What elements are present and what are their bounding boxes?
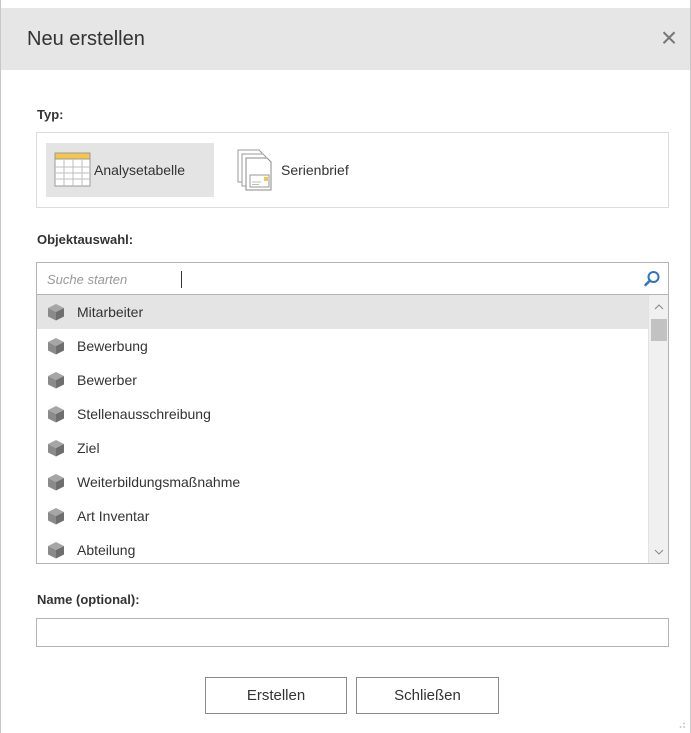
type-selector: Analysetabelle Serienbrief: [36, 132, 669, 208]
create-button[interactable]: Erstellen: [205, 677, 347, 714]
dialog-title: Neu erstellen: [27, 28, 145, 50]
search-icon[interactable]: [643, 270, 661, 288]
list-item[interactable]: Bewerbung: [37, 329, 649, 363]
object-list: Mitarbeiter Bewerbung Bewerber Stellenaussc…: [36, 295, 669, 564]
list-item-label: Weiterbildungsmaßnahme: [77, 474, 241, 490]
type-option-label: Serienbrief: [281, 162, 349, 178]
search-field: [36, 262, 669, 295]
name-input[interactable]: [36, 618, 669, 647]
list-item-label: Ziel: [77, 440, 100, 456]
dialog-titlebar: Neu erstellen ×: [1, 8, 690, 70]
cube-icon: [48, 406, 64, 423]
name-label: Name (optional):: [37, 592, 140, 607]
scroll-down-icon[interactable]: [649, 542, 668, 562]
list-item-label: Bewerbung: [77, 338, 148, 354]
typ-label: Typ:: [37, 107, 64, 122]
list-item[interactable]: Mitarbeiter: [37, 295, 649, 329]
objektauswahl-label: Objektauswahl:: [37, 232, 134, 247]
list-item-label: Abteilung: [77, 542, 136, 558]
create-dialog: Neu erstellen × Typ: Analysetabelle Seri…: [0, 0, 691, 733]
table-icon: [54, 152, 91, 187]
cube-icon: [48, 474, 64, 491]
list-item[interactable]: Bewerber: [37, 363, 649, 397]
type-option-label: Analysetabelle: [94, 162, 186, 178]
cube-icon: [48, 338, 64, 355]
type-option-serienbrief[interactable]: Serienbrief: [233, 143, 373, 197]
list-scrollbar[interactable]: [648, 295, 668, 563]
list-item[interactable]: Weiterbildungsmaßnahme: [37, 465, 649, 499]
close-button[interactable]: Schließen: [356, 677, 499, 714]
type-option-analysetabelle[interactable]: Analysetabelle: [46, 143, 214, 197]
resize-grip-icon[interactable]: [676, 719, 686, 729]
cube-icon: [48, 304, 64, 321]
list-item[interactable]: Ziel: [37, 431, 649, 465]
list-item[interactable]: Art Inventar: [37, 499, 649, 533]
scrollbar-thumb[interactable]: [651, 319, 667, 341]
cube-icon: [48, 440, 64, 457]
list-item-label: Mitarbeiter: [77, 304, 144, 320]
cube-icon: [48, 372, 64, 389]
list-item-label: Art Inventar: [77, 508, 150, 524]
close-icon[interactable]: ×: [654, 20, 684, 56]
list-item-label: Stellenausschreibung: [77, 406, 211, 422]
cube-icon: [48, 542, 64, 559]
list-item-label: Bewerber: [77, 372, 137, 388]
document-stack-icon: [237, 149, 272, 191]
text-caret: [181, 271, 182, 288]
object-list-items: Mitarbeiter Bewerbung Bewerber Stellenaussc…: [37, 295, 649, 563]
scroll-up-icon[interactable]: [649, 297, 668, 317]
cube-icon: [48, 508, 64, 525]
search-input[interactable]: [45, 268, 625, 290]
list-item[interactable]: Abteilung: [37, 533, 649, 563]
list-item[interactable]: Stellenausschreibung: [37, 397, 649, 431]
